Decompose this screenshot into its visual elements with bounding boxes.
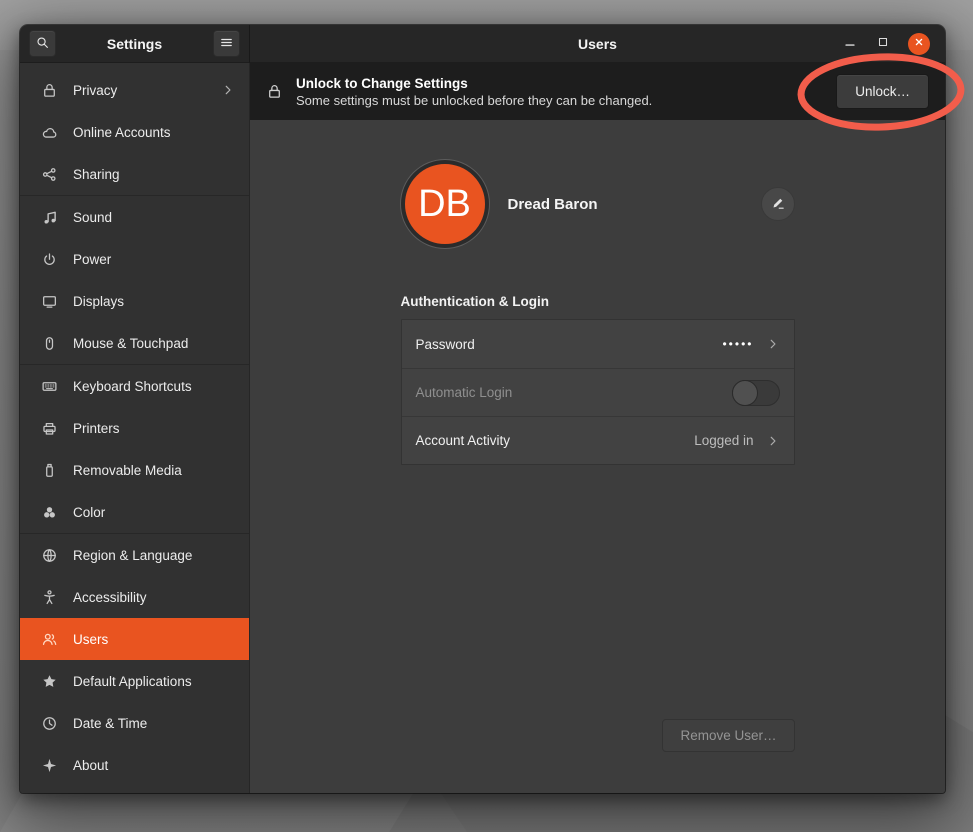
- sidebar-item-label: Users: [73, 632, 108, 647]
- sidebar-item-region-language[interactable]: Region & Language: [20, 534, 249, 576]
- sidebar-item-privacy[interactable]: Privacy: [20, 69, 249, 111]
- power-icon: [41, 251, 58, 268]
- sidebar-nav: Privacy Online Accounts Sharing Sound Power D…: [20, 63, 250, 793]
- sidebar-item-keyboard-shortcuts[interactable]: Keyboard Shortcuts: [20, 365, 249, 407]
- search-icon: [35, 35, 50, 53]
- close-icon: [913, 36, 925, 51]
- sidebar-item-label: Printers: [73, 421, 120, 436]
- sidebar-item-mouse-touchpad[interactable]: Mouse & Touchpad: [20, 322, 249, 364]
- star-icon: [41, 673, 58, 690]
- chevron-right-icon: [221, 83, 235, 97]
- color-circles-icon: [41, 504, 58, 521]
- minimize-icon: [843, 35, 857, 52]
- sidebar-item-label: Removable Media: [73, 463, 182, 478]
- account-activity-row[interactable]: Account Activity Logged in: [402, 416, 794, 464]
- sidebar-item-label: Mouse & Touchpad: [73, 336, 188, 351]
- sidebar-item-power[interactable]: Power: [20, 238, 249, 280]
- close-button[interactable]: [908, 33, 930, 55]
- banner-subtitle: Some settings must be unlocked before th…: [296, 93, 652, 108]
- users-panel: DB Dread Baron Authentication & Login Pa…: [250, 120, 945, 793]
- banner-text: Unlock to Change Settings Some settings …: [296, 76, 652, 108]
- chevron-right-icon: [766, 337, 780, 351]
- lock-icon: [41, 82, 58, 99]
- sidebar-item-label: Sharing: [73, 167, 120, 182]
- usb-drive-icon: [41, 462, 58, 479]
- account-activity-label: Account Activity: [416, 433, 511, 448]
- maximize-button[interactable]: [875, 36, 891, 52]
- display-icon: [41, 293, 58, 310]
- page-title: Users: [250, 36, 945, 52]
- section-heading: Authentication & Login: [401, 294, 795, 309]
- sidebar-item-default-applications[interactable]: Default Applications: [20, 660, 249, 702]
- content-pane: Unlock to Change Settings Some settings …: [250, 63, 945, 793]
- clock-icon: [41, 715, 58, 732]
- password-label: Password: [416, 337, 475, 352]
- sidebar-item-label: About: [73, 758, 108, 773]
- password-dots: •••••: [722, 337, 753, 351]
- music-note-icon: [41, 209, 58, 226]
- account-activity-value: Logged in: [694, 433, 753, 448]
- edit-name-button[interactable]: [761, 187, 795, 221]
- users-icon: [41, 631, 58, 648]
- avatar[interactable]: DB: [401, 160, 489, 248]
- keyboard-icon: [41, 378, 58, 395]
- sidebar-item-label: Privacy: [73, 83, 117, 98]
- pencil-icon: [770, 195, 786, 214]
- sidebar-item-label: Keyboard Shortcuts: [73, 379, 192, 394]
- sidebar-item-users[interactable]: Users: [20, 618, 249, 660]
- sidebar-item-sound[interactable]: Sound: [20, 196, 249, 238]
- unlock-banner: Unlock to Change Settings Some settings …: [250, 63, 945, 120]
- user-name: Dread Baron: [508, 196, 598, 213]
- maximize-icon: [876, 35, 890, 52]
- sparkle-icon: [41, 757, 58, 774]
- search-button[interactable]: [29, 30, 56, 57]
- unlock-button[interactable]: Unlock…: [836, 74, 929, 109]
- share-icon: [41, 166, 58, 183]
- user-block: DB Dread Baron: [401, 160, 795, 248]
- password-row[interactable]: Password •••••: [402, 320, 794, 368]
- menu-button[interactable]: [213, 30, 240, 57]
- sidebar-item-about[interactable]: About: [20, 744, 249, 786]
- remove-user-button[interactable]: Remove User…: [662, 719, 794, 752]
- sidebar-item-label: Region & Language: [73, 548, 192, 563]
- sidebar-item-removable-media[interactable]: Removable Media: [20, 449, 249, 491]
- automatic-login-label: Automatic Login: [416, 385, 513, 400]
- mouse-icon: [41, 335, 58, 352]
- sidebar-item-label: Sound: [73, 210, 112, 225]
- sidebar-item-label: Date & Time: [73, 716, 147, 731]
- footer-row: Remove User…: [401, 465, 795, 793]
- sidebar-item-accessibility[interactable]: Accessibility: [20, 576, 249, 618]
- sidebar-item-printers[interactable]: Printers: [20, 407, 249, 449]
- sidebar-item-label: Color: [73, 505, 105, 520]
- minimize-button[interactable]: [842, 36, 858, 52]
- sidebar-item-date-time[interactable]: Date & Time: [20, 702, 249, 744]
- sidebar-item-label: Accessibility: [73, 590, 147, 605]
- automatic-login-toggle[interactable]: [732, 380, 780, 406]
- sidebar-item-label: Displays: [73, 294, 124, 309]
- globe-icon: [41, 547, 58, 564]
- sidebar-item-online-accounts[interactable]: Online Accounts: [20, 111, 249, 153]
- printer-icon: [41, 420, 58, 437]
- sidebar-item-label: Online Accounts: [73, 125, 171, 140]
- sidebar-item-color[interactable]: Color: [20, 491, 249, 533]
- sidebar-title: Settings: [64, 36, 205, 52]
- banner-title: Unlock to Change Settings: [296, 76, 652, 91]
- cloud-icon: [41, 124, 58, 141]
- content-headerbar: Users: [250, 25, 945, 63]
- automatic-login-row: Automatic Login: [402, 368, 794, 416]
- sidebar-item-displays[interactable]: Displays: [20, 280, 249, 322]
- toggle-knob: [732, 380, 758, 406]
- sidebar-item-label: Default Applications: [73, 674, 192, 689]
- chevron-right-icon: [766, 434, 780, 448]
- auth-list: Password ••••• Automatic Login Account A…: [401, 319, 795, 465]
- sidebar-item-sharing[interactable]: Sharing: [20, 153, 249, 195]
- lock-icon: [266, 83, 283, 100]
- sidebar-item-label: Power: [73, 252, 111, 267]
- settings-window: Settings Users Privacy Online Accounts Sha…: [20, 25, 945, 793]
- accessibility-icon: [41, 589, 58, 606]
- sidebar-headerbar: Settings: [20, 25, 250, 63]
- hamburger-menu-icon: [219, 35, 234, 53]
